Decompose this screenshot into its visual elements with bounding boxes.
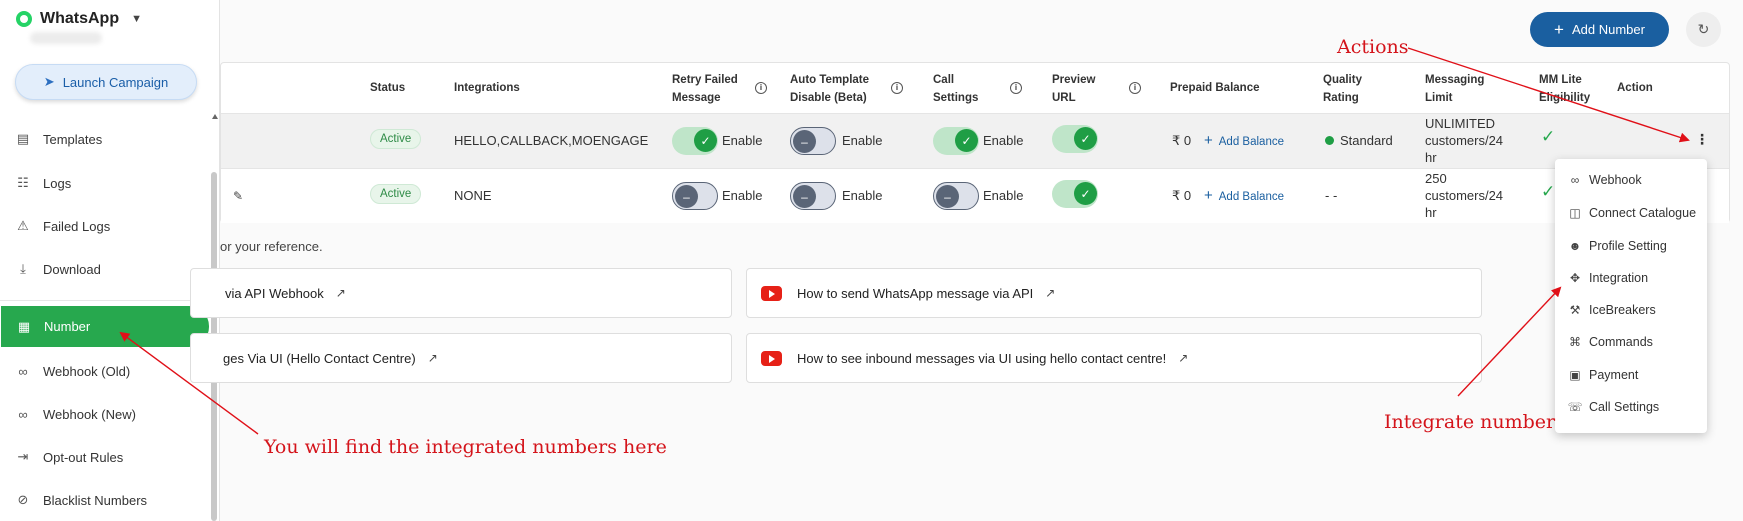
annotation-actions: Actions [1337,36,1409,58]
annotation-integrate-number: Integrate number [1384,411,1556,433]
annotation-numbers-here: You will find the integrated numbers her… [264,436,667,458]
integrate-arrow [1457,286,1562,397]
numbers-arrow [119,331,259,435]
actions-arrow [1407,47,1690,143]
annotation-arrows [119,47,1690,435]
